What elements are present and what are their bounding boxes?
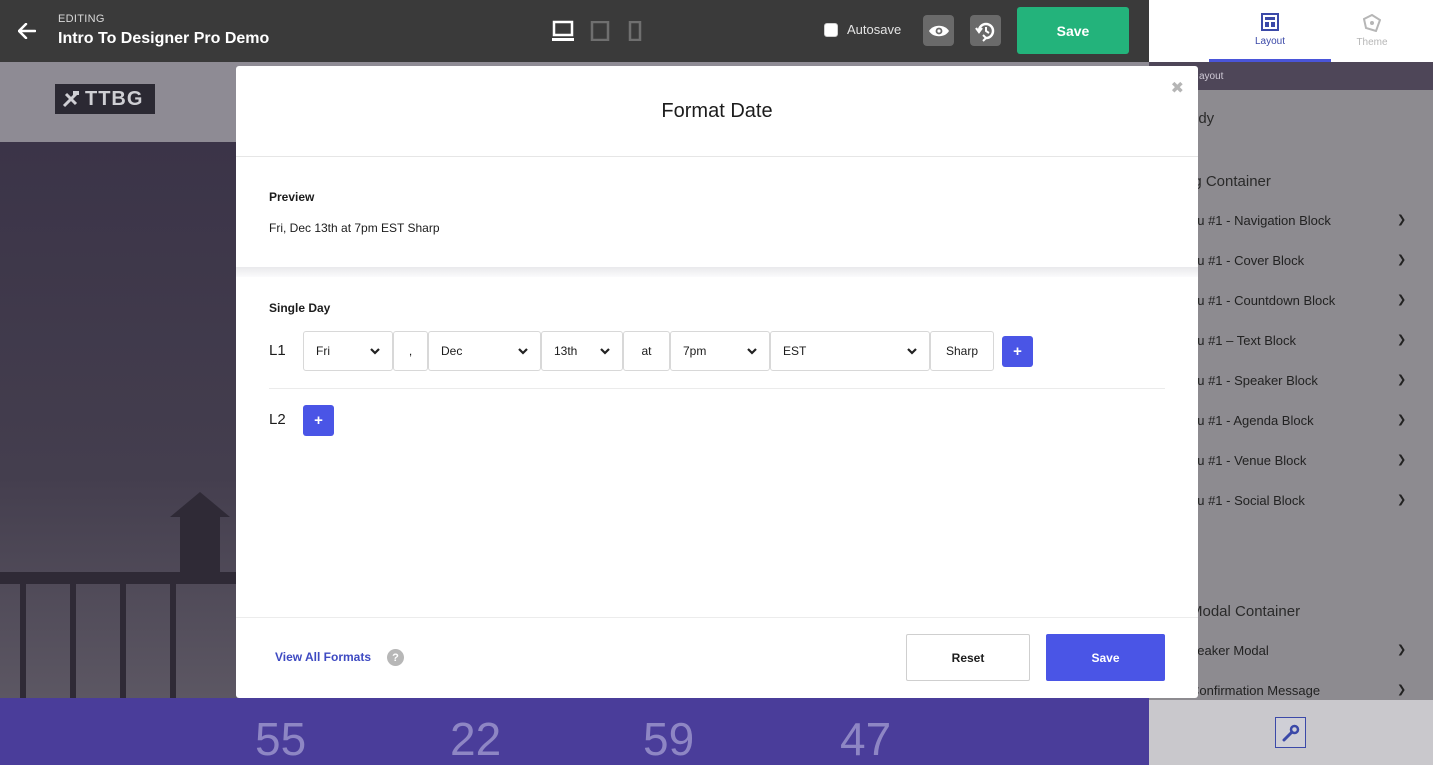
plus-icon: + xyxy=(1013,343,1022,360)
tree-section-big-container[interactable]: ig Container xyxy=(1190,173,1271,190)
tab-theme[interactable]: Theme xyxy=(1311,0,1433,62)
tab-layout-label: Layout xyxy=(1254,35,1286,47)
modal-save-button[interactable]: Save xyxy=(1046,634,1165,681)
row-label-l1: L1 xyxy=(269,342,286,359)
topbar-save-button[interactable]: Save xyxy=(1017,7,1129,54)
chevron-right-icon: ❯ xyxy=(1397,334,1407,346)
preview-text: Fri, Dec 13th at 7pm EST Sharp xyxy=(269,221,440,235)
date-select-value: 13th xyxy=(554,344,578,358)
tools-icon xyxy=(62,91,79,108)
month-select-value: Dec xyxy=(441,344,463,358)
format-date-modal: ✖ Format Date Preview Fri, Dec 13th at 7… xyxy=(236,66,1198,698)
tree-item-agenda[interactable]: du #1 - Agenda Block xyxy=(1190,413,1314,428)
timezone-select-value: EST xyxy=(783,344,807,358)
row-label-l2: L2 xyxy=(269,411,286,428)
history-icon xyxy=(974,22,994,42)
plus-icon: + xyxy=(314,412,323,429)
row-divider xyxy=(269,388,1165,389)
arrow-left-icon xyxy=(18,23,36,39)
single-day-label: Single Day xyxy=(269,301,331,315)
at-text-field[interactable]: at xyxy=(623,331,670,371)
add-l1-part-button[interactable]: + xyxy=(1002,336,1033,367)
autosave-checkbox[interactable] xyxy=(824,22,838,37)
editor-topbar: EDITING Intro To Designer Pro Demo Autos… xyxy=(0,0,1149,62)
chevron-right-icon: ❯ xyxy=(1397,374,1407,386)
countdown-hours: 22 xyxy=(450,713,502,765)
help-icon[interactable]: ? xyxy=(387,649,404,666)
countdown-minutes: 59 xyxy=(643,713,695,765)
panel-tabs: Layout Theme xyxy=(1149,0,1433,62)
chevron-down-icon xyxy=(600,348,610,355)
editing-label: EDITING xyxy=(58,13,105,25)
chevron-right-icon: ❯ xyxy=(1397,414,1407,426)
tree-item-navigation[interactable]: du #1 - Navigation Block xyxy=(1190,213,1331,228)
time-select-value: 7pm xyxy=(683,344,707,358)
separator-value: , xyxy=(408,344,413,358)
suffix-text-field[interactable]: Sharp xyxy=(930,331,994,371)
tree-item-venue[interactable]: du #1 - Venue Block xyxy=(1190,453,1306,468)
autosave-label: Autosave xyxy=(847,22,902,37)
desktop-icon xyxy=(552,20,574,41)
history-button[interactable] xyxy=(970,15,1001,46)
tree-item-social[interactable]: du #1 - Social Block xyxy=(1190,493,1305,508)
logo-text: TTBG xyxy=(85,87,144,110)
tree-item-confirmation[interactable]: Confirmation Message xyxy=(1190,683,1320,698)
modal-footer-divider xyxy=(236,617,1198,618)
separator-field[interactable]: , xyxy=(393,331,428,371)
day-select-value: Fri xyxy=(316,344,330,358)
desktop-view-button[interactable] xyxy=(550,18,576,44)
suffix-text-value: Sharp xyxy=(945,344,979,358)
pier-silhouette-icon xyxy=(0,492,240,698)
tree-section-modal-container[interactable]: Modal Container xyxy=(1190,603,1300,620)
tablet-view-button[interactable] xyxy=(588,18,612,44)
time-select[interactable]: 7pm xyxy=(670,331,770,371)
theme-icon xyxy=(1363,14,1381,32)
chevron-down-icon xyxy=(518,348,528,355)
document-title: Intro To Designer Pro Demo xyxy=(58,30,270,47)
tree-item-speaker[interactable]: du #1 - Speaker Block xyxy=(1190,373,1318,388)
back-button[interactable] xyxy=(14,18,40,44)
tree-item-countdown[interactable]: du #1 - Countdown Block xyxy=(1190,293,1335,308)
tree-item-speaker-modal[interactable]: peaker Modal xyxy=(1190,643,1269,658)
mobile-view-button[interactable] xyxy=(626,18,644,44)
day-select[interactable]: Fri xyxy=(303,331,393,371)
add-l2-part-button[interactable]: + xyxy=(303,405,334,436)
site-logo: TTBG xyxy=(55,84,155,114)
preview-button[interactable] xyxy=(923,15,954,46)
reset-button[interactable]: Reset xyxy=(906,634,1030,681)
chevron-right-icon: ❯ xyxy=(1397,454,1407,466)
tab-theme-label: Theme xyxy=(1356,37,1388,48)
preview-label: Preview xyxy=(269,190,315,204)
close-icon[interactable]: ✖ xyxy=(1171,78,1184,98)
chevron-right-icon: ❯ xyxy=(1397,294,1407,306)
eye-icon xyxy=(928,25,949,36)
chevron-down-icon xyxy=(370,348,380,355)
settings-wrench-button[interactable] xyxy=(1275,717,1306,748)
chevron-right-icon: ❯ xyxy=(1397,644,1407,656)
at-text-value: at xyxy=(641,344,652,358)
autosave-toggle[interactable]: Autosave xyxy=(824,22,901,37)
chevron-down-icon xyxy=(747,348,757,355)
countdown-band xyxy=(0,698,1149,765)
chevron-down-icon xyxy=(907,348,917,355)
tree-item-cover[interactable]: du #1 - Cover Block xyxy=(1190,253,1304,268)
modal-title: Format Date xyxy=(661,100,773,122)
chevron-right-icon: ❯ xyxy=(1397,494,1407,506)
timezone-select[interactable]: EST xyxy=(770,331,930,371)
view-all-formats-link[interactable]: View All Formats xyxy=(275,650,371,664)
chevron-right-icon: ❯ xyxy=(1397,214,1407,226)
wrench-icon xyxy=(1282,724,1299,741)
tree-item-text[interactable]: du #1 – Text Block xyxy=(1190,333,1296,348)
layout-icon xyxy=(1261,12,1279,31)
countdown-days: 55 xyxy=(255,713,307,765)
chevron-right-icon: ❯ xyxy=(1397,684,1407,696)
modal-divider xyxy=(236,156,1198,157)
section-shadow xyxy=(236,267,1198,277)
countdown-seconds: 47 xyxy=(840,713,892,765)
tablet-icon xyxy=(590,21,610,41)
mobile-icon xyxy=(628,21,642,41)
month-select[interactable]: Dec xyxy=(428,331,541,371)
date-select[interactable]: 13th xyxy=(541,331,623,371)
chevron-right-icon: ❯ xyxy=(1397,254,1407,266)
